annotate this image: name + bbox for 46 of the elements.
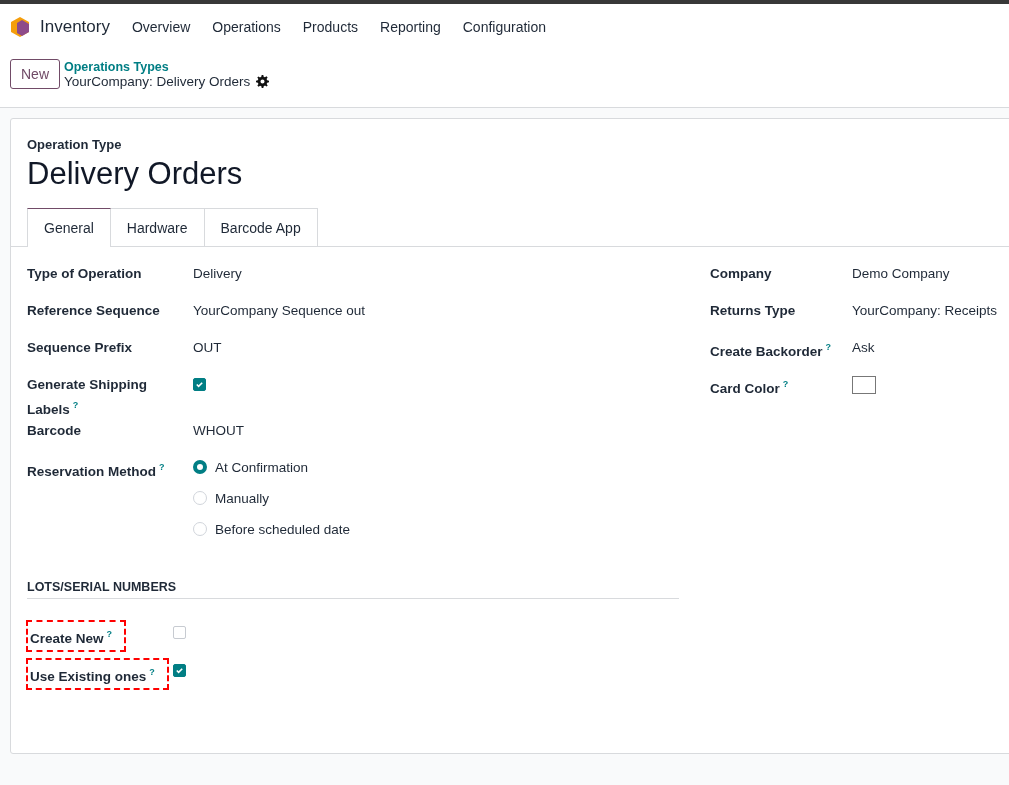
- field-value: WHOUT: [193, 421, 244, 440]
- field-label: Create Backorder $^{?}$: [710, 341, 832, 361]
- radio-label[interactable]: At Confirmation: [215, 456, 309, 478]
- field-value: Delivery: [193, 265, 242, 283]
- field-label: Returns Type: [710, 302, 796, 320]
- form-title: Delivery Orders: [27, 156, 244, 192]
- new-button[interactable]: New: [10, 59, 60, 89]
- menu-item[interactable]: Configuration: [462, 19, 546, 35]
- tab[interactable]: Hardware: [110, 208, 205, 246]
- field-value: OUT: [193, 339, 222, 357]
- menu-item[interactable]: Reporting: [380, 19, 441, 35]
- menu-item[interactable]: Overview: [131, 19, 191, 35]
- field-value: Ask: [852, 339, 875, 357]
- field-label: Reservation Method $^{?}$: [27, 460, 165, 480]
- field-label: Reference Sequence: [27, 302, 160, 320]
- field-label: Company: [710, 265, 772, 283]
- field-label: Barcode: [27, 421, 82, 440]
- field-label: Card Color $^{?}$: [710, 378, 789, 398]
- tab[interactable]: Barcode App: [204, 208, 318, 246]
- field-label: Sequence Prefix: [27, 339, 133, 357]
- field-value: YourCompany: Receipts: [852, 302, 998, 320]
- checkbox[interactable]: [173, 625, 186, 639]
- field-value: YourCompany Sequence out: [193, 302, 366, 320]
- checkbox[interactable]: [173, 663, 186, 677]
- checkbox[interactable]: [193, 378, 206, 391]
- app-logo-icon[interactable]: [10, 16, 30, 38]
- check-icon: [195, 380, 204, 389]
- color-swatch[interactable]: [852, 376, 876, 394]
- field-label: Generate Shipping Labels $^{?}$: [27, 376, 149, 419]
- radio-label[interactable]: Before scheduled date: [215, 518, 351, 540]
- gear-icon[interactable]: [256, 75, 270, 88]
- menu-item[interactable]: Operations: [212, 19, 281, 35]
- tab[interactable]: General: [27, 208, 111, 247]
- field-label: Create New $^{?}$: [30, 627, 113, 647]
- check-icon: [175, 665, 184, 675]
- radio-label[interactable]: Manually: [215, 487, 270, 509]
- field-label: Type of Operation: [27, 265, 142, 283]
- field-label: Use Existing ones $^{?}$: [30, 665, 155, 686]
- menu-item[interactable]: Products: [302, 19, 359, 35]
- field-value: Demo Company: [852, 265, 950, 283]
- radio-button[interactable]: [193, 460, 207, 474]
- record-title: YourCompany: Delivery Orders: [64, 74, 251, 89]
- app-name[interactable]: Inventory: [40, 17, 110, 37]
- section-title: LOTS/SERIAL NUMBERS: [27, 579, 679, 599]
- form-subtitle: Operation Type: [27, 137, 123, 152]
- breadcrumb-link[interactable]: Operations Types: [64, 60, 270, 74]
